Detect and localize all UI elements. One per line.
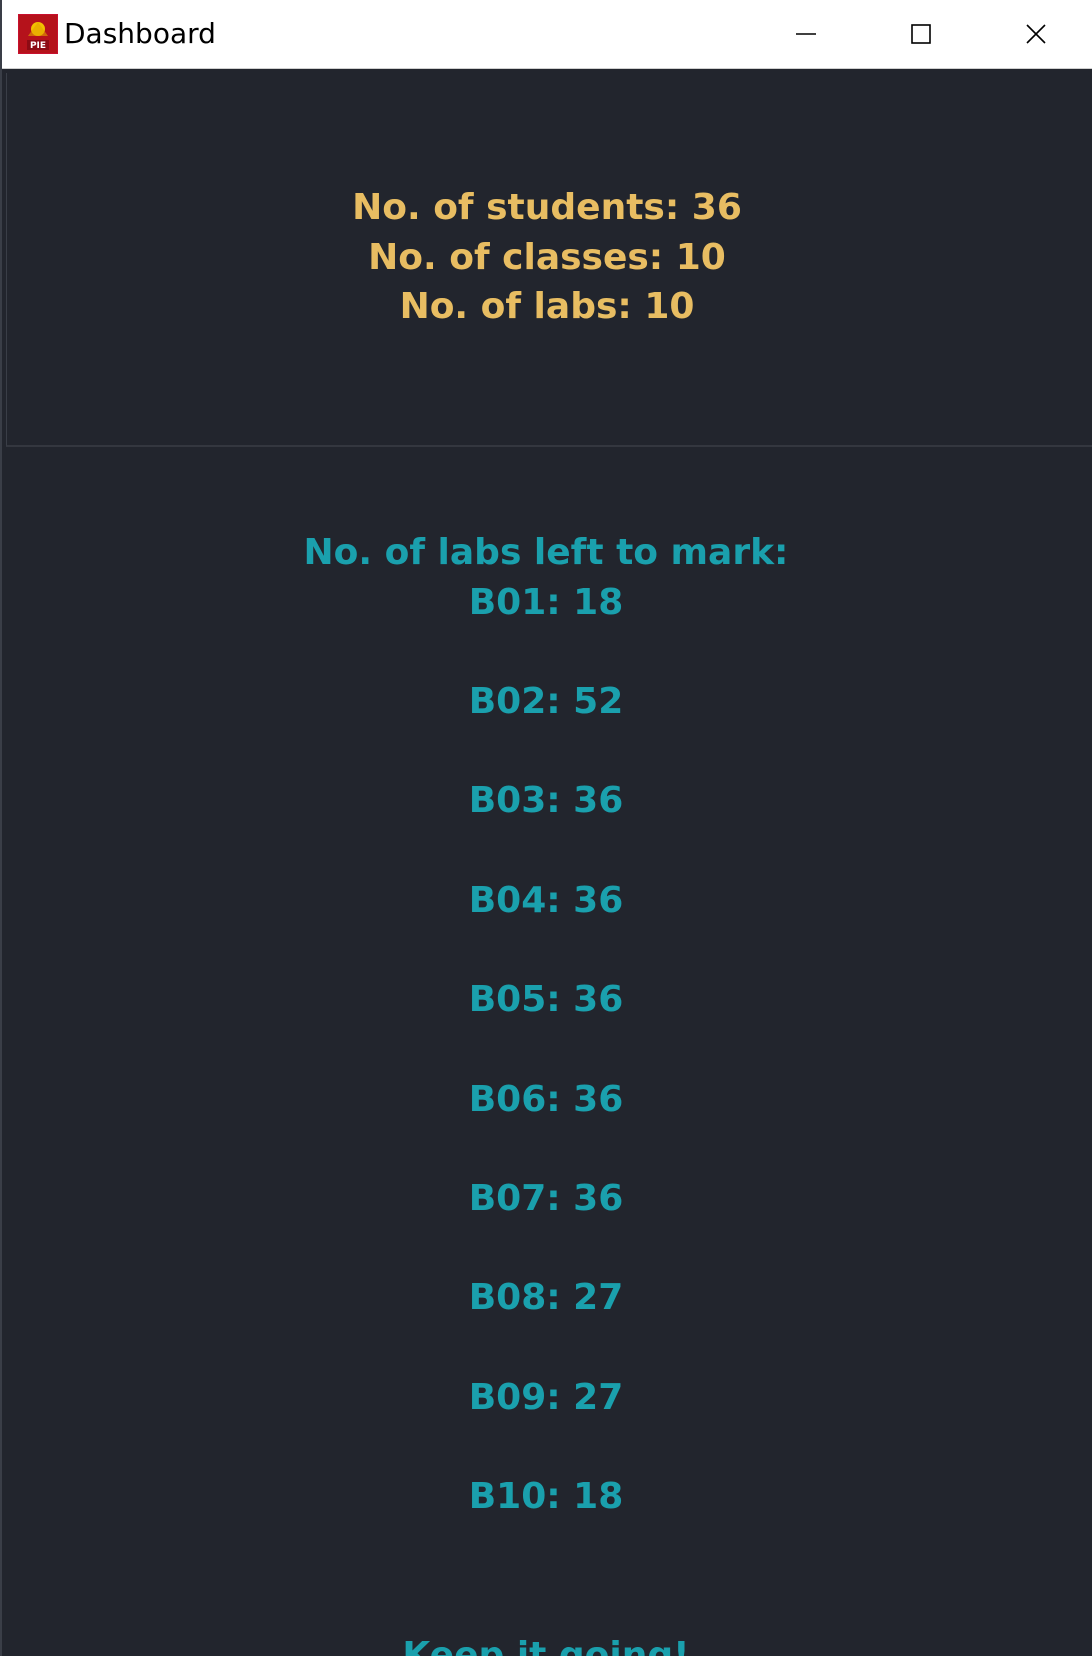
minimize-icon (795, 33, 816, 35)
lab-item-b05: B05: 36 (468, 979, 624, 1020)
lab-item-b07: B07: 36 (468, 1178, 624, 1219)
lab-item-b03: B03: 36 (468, 780, 624, 821)
lab-item-b08: B08: 27 (468, 1277, 624, 1318)
close-icon (1025, 24, 1046, 44)
lab-item-b06: B06: 36 (468, 1079, 624, 1120)
svg-text:PIE: PIE (30, 41, 46, 51)
close-button[interactable] (978, 0, 1092, 68)
classes-count: No. of classes: 10 (368, 237, 726, 278)
dashboard-window: PIE Dashboard No. of students: 36 No. of… (0, 0, 1092, 1656)
window-title: Dashboard (64, 17, 216, 50)
title-bar[interactable]: PIE Dashboard (2, 0, 1092, 69)
lab-item-b10: B10: 18 (468, 1476, 624, 1517)
labs-left-heading: No. of labs left to mark: (303, 532, 789, 573)
lab-item-b02: B02: 52 (468, 681, 624, 722)
minimize-button[interactable] (748, 0, 863, 68)
footer-message: Keep it going! (402, 1635, 690, 1656)
stats-panel: No. of students: 36 No. of classes: 10 N… (6, 73, 1092, 447)
app-logo-icon: PIE (18, 14, 58, 54)
maximize-button[interactable] (863, 0, 978, 68)
maximize-icon (910, 24, 931, 44)
labs-count: No. of labs: 10 (399, 286, 695, 327)
lab-item-b09: B09: 27 (468, 1377, 624, 1418)
students-count: No. of students: 36 (352, 187, 742, 228)
dashboard-content: No. of students: 36 No. of classes: 10 N… (2, 69, 1092, 1656)
lab-item-b04: B04: 36 (468, 880, 624, 921)
lab-item-b01: B01: 18 (468, 582, 624, 623)
